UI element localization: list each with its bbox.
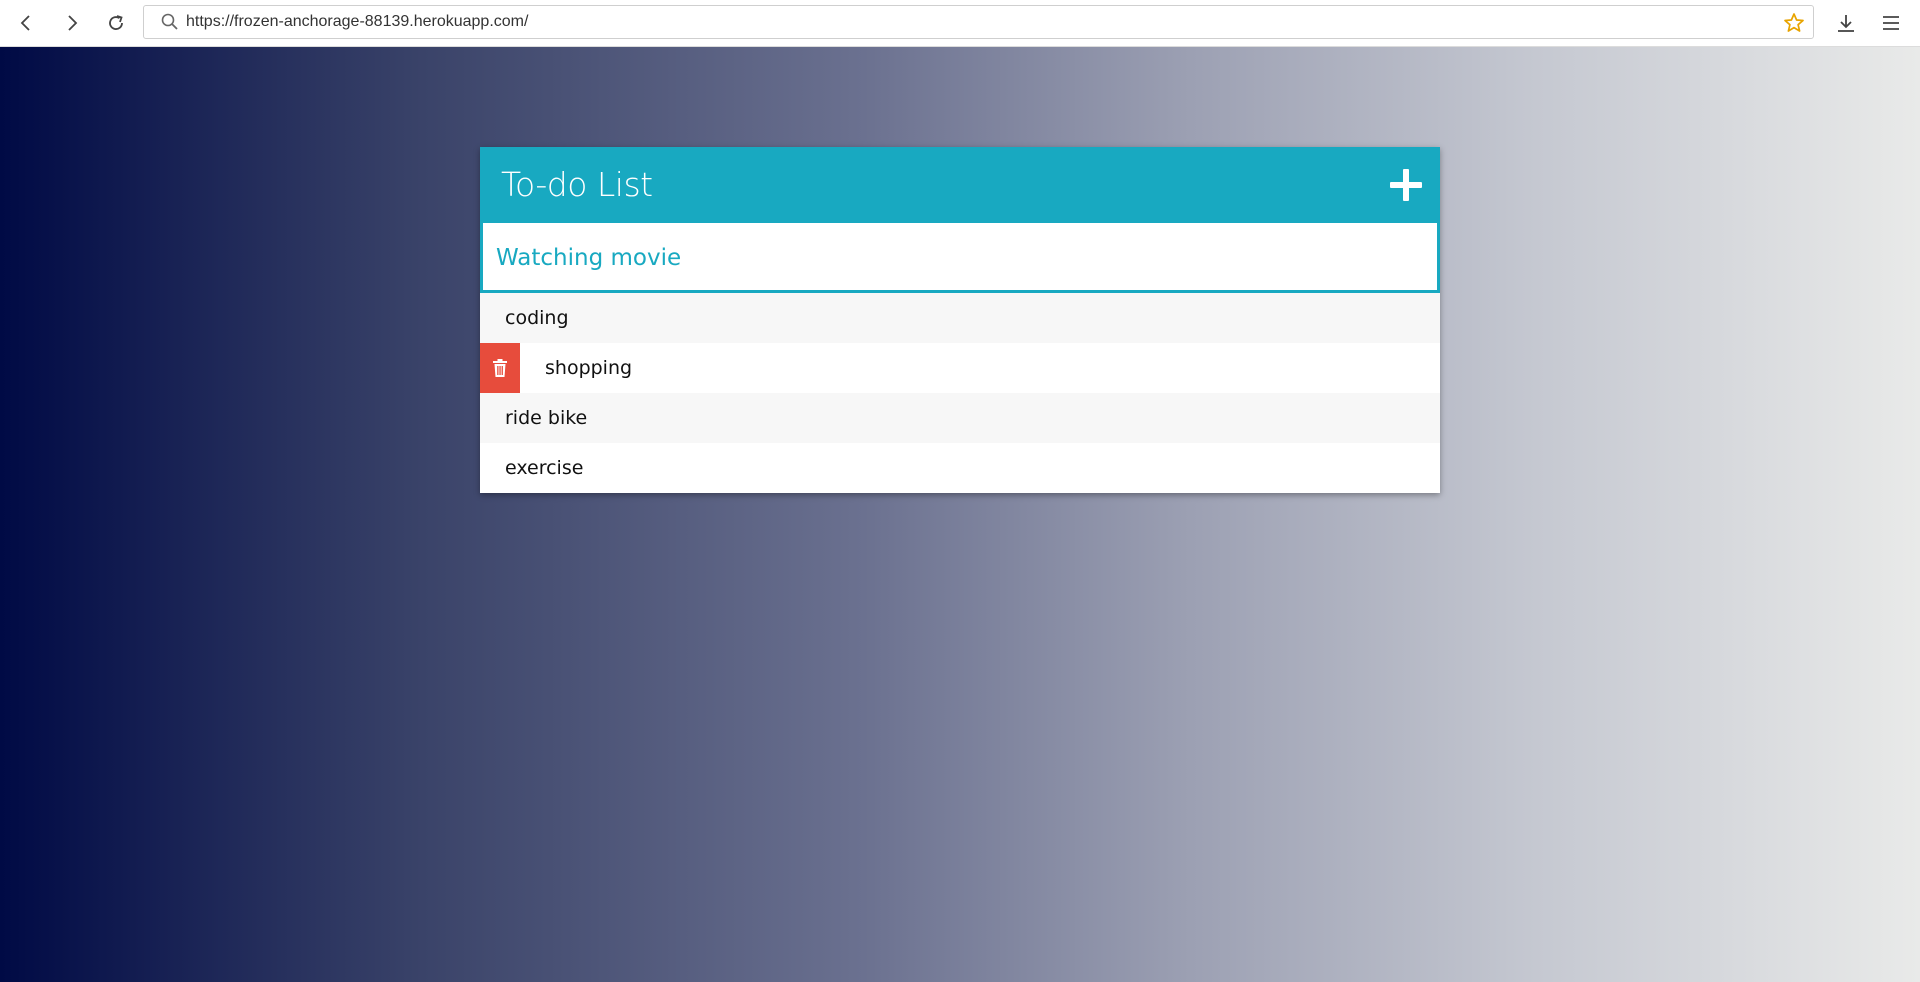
forward-arrow-icon: [68, 15, 78, 31]
menu-button[interactable]: [1876, 9, 1906, 37]
address-bar[interactable]: [143, 5, 1814, 39]
list-item[interactable]: exercise: [480, 443, 1440, 493]
back-button[interactable]: [11, 9, 41, 37]
download-icon: [1838, 15, 1854, 32]
todo-item-text: shopping: [545, 357, 633, 379]
download-button[interactable]: [1831, 9, 1861, 37]
todo-input-wrapper: [480, 223, 1440, 293]
forward-button[interactable]: [57, 9, 87, 37]
list-item[interactable]: ride bike: [480, 393, 1440, 443]
url-input[interactable]: [186, 7, 1746, 37]
list-item[interactable]: shopping: [480, 343, 1440, 393]
trash-icon: [493, 359, 507, 377]
todo-item-text: ride bike: [505, 407, 588, 429]
new-todo-input[interactable]: [483, 223, 1437, 290]
back-arrow-icon: [20, 15, 30, 31]
todo-item-text: coding: [505, 307, 569, 329]
list-item[interactable]: coding: [480, 293, 1440, 343]
todo-header: To-do List: [480, 147, 1440, 223]
page-viewport: To-do List coding: [0, 47, 1920, 982]
search-icon: [161, 13, 178, 30]
star-icon[interactable]: [1783, 12, 1805, 34]
hamburger-menu-icon: [1883, 16, 1899, 30]
plus-icon[interactable]: [1388, 167, 1424, 203]
todo-card: To-do List coding: [480, 147, 1440, 493]
browser-toolbar: [0, 0, 1920, 47]
reload-icon: [109, 15, 123, 30]
delete-button[interactable]: [480, 343, 520, 393]
page-title: To-do List: [501, 165, 653, 204]
todo-list: coding shopping ride bike exercise: [480, 293, 1440, 493]
todo-item-text: exercise: [505, 457, 584, 479]
reload-button[interactable]: [101, 9, 131, 37]
